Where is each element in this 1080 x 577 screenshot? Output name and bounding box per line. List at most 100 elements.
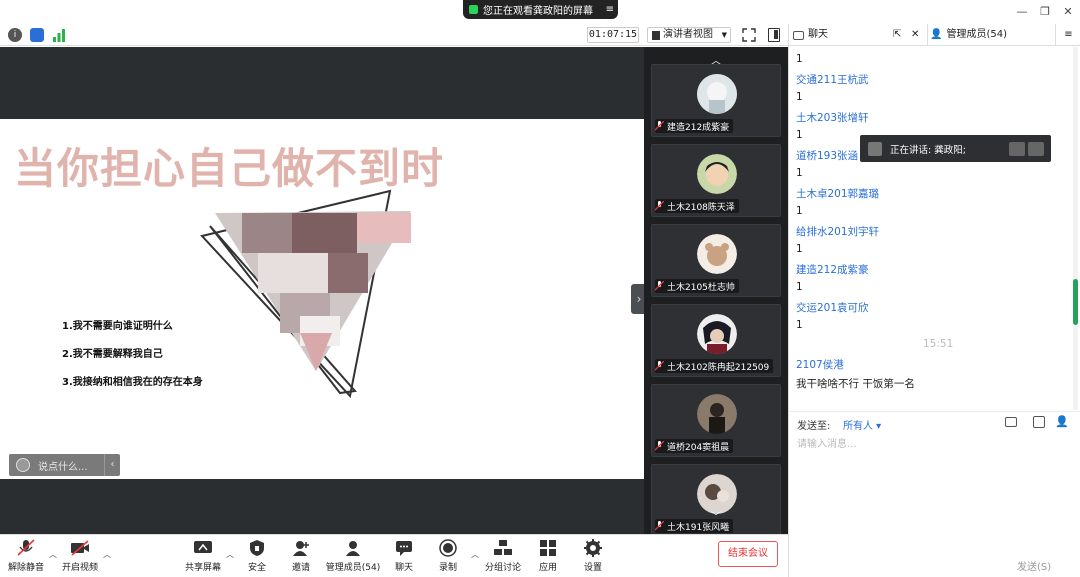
tab-chat[interactable]: 聊天 (793, 24, 923, 46)
panel-menu-icon[interactable]: ≡ (1055, 24, 1080, 46)
reaction-input[interactable]: 说点什么... ‹ (9, 454, 120, 476)
panel-toggle-icon[interactable] (768, 28, 780, 42)
scroll-down-icon[interactable]: ﹀ (706, 512, 726, 524)
apps-label: 应用 (538, 563, 557, 573)
unmute-button[interactable]: 解除静音 (0, 539, 56, 575)
shield-icon[interactable] (30, 28, 44, 42)
tab-members[interactable]: 👤 管理成员(54) (927, 24, 1055, 46)
participant-label: 建造212成紫豪 (654, 119, 734, 133)
share-screen-icon (193, 539, 213, 557)
chat-message-text: 1 (796, 281, 803, 293)
menu-icon[interactable]: ≡ (606, 4, 618, 15)
chat-message-text: 1 (796, 91, 803, 103)
chat-close-icon[interactable]: ✕ (911, 24, 919, 46)
video-off-icon (70, 539, 90, 557)
tab-chat-label: 聊天 (808, 29, 828, 40)
video-options-caret[interactable]: ︿ (103, 549, 111, 560)
chat-popout-icon[interactable]: ⇱ (893, 24, 901, 46)
close-icon[interactable]: ✕ (1060, 4, 1076, 20)
panel-tabs: 聊天 ⇱ ✕ 👤 管理成员(54) ≡ (789, 24, 1080, 46)
chat-sender-name[interactable]: 交运201袁可欣 (796, 300, 869, 315)
send-button[interactable]: 发送(S) (1017, 558, 1051, 573)
screenshot-icon[interactable] (1033, 416, 1045, 428)
chat-message-text: 1 (796, 319, 803, 331)
chat-message-list[interactable]: 1 交通211王杭武 1 土木203张增轩 1 道桥193张涵 1 土木卓201郭嘉璐 1 给排水… (789, 47, 1080, 410)
collapse-icon[interactable]: ‹ (104, 454, 120, 476)
apps-icon (538, 539, 558, 557)
info-icon[interactable]: i (8, 28, 22, 42)
chat-sender-name[interactable]: 土木203张增轩 (796, 110, 869, 125)
chat-sender-name[interactable]: 交通211王杭武 (796, 72, 869, 87)
chat-sender-name[interactable]: 建造212成紫豪 (796, 262, 869, 277)
avatar (697, 154, 737, 194)
video-tile[interactable]: 建造212成紫豪 (651, 64, 781, 137)
record-button[interactable]: 录制 (418, 539, 478, 575)
shared-screen-area: 当你担心自己做不到时 1.我不需要向谁证明什么 2.我不需要解释我自己 3.我接… (0, 47, 644, 534)
video-tile[interactable]: 土木2102陈冉起212509 (651, 304, 781, 377)
mic-muted-icon (654, 440, 665, 451)
user-settings-icon[interactable]: 👤 (1055, 415, 1069, 429)
meeting-window: 您正在观看龚政阳的屏幕 ≡ — ❐ ✕ i 01:07:15 演讲者视图 ▼ 当… (0, 0, 1080, 577)
share-screen-label: 共享屏幕 (184, 563, 221, 573)
signal-icon[interactable] (52, 28, 66, 42)
restore-icon[interactable]: ❐ (1037, 4, 1053, 20)
screen-share-banner[interactable]: 您正在观看龚政阳的屏幕 ≡ (463, 0, 618, 19)
participant-label: 道桥204窦祖晨 (654, 439, 734, 453)
avatar (697, 394, 737, 434)
speaker-avatar (868, 141, 882, 156)
chat-input[interactable]: 请输入消息... (797, 435, 1073, 545)
invite-button[interactable]: 邀请 (271, 539, 331, 575)
end-meeting-button[interactable]: 结束会议 (718, 541, 778, 567)
title-bar: 您正在观看龚政阳的屏幕 ≡ — ❐ ✕ (0, 0, 1080, 24)
breakout-icon (493, 539, 513, 557)
file-icon[interactable] (1005, 417, 1017, 427)
chat-message-text: 1 (796, 205, 803, 217)
person-icon: 👤 (930, 29, 943, 40)
view-mode-select[interactable]: 演讲者视图 ▼ (647, 27, 731, 43)
record-icon (438, 539, 458, 557)
pin-icon[interactable] (1009, 141, 1025, 156)
chat-icon (394, 539, 414, 557)
chat-message-text: 1 (796, 53, 803, 65)
fullscreen-icon[interactable] (742, 28, 756, 42)
chat-panel: 聊天 ⇱ ✕ 👤 管理成员(54) ≡ 1 交通211王杭武 1 土木203张增轩 1 道… (788, 24, 1080, 577)
send-to-select[interactable]: 所有人 ▾ (843, 417, 881, 432)
mic-muted-icon (654, 360, 665, 371)
invite-label: 邀请 (291, 563, 310, 573)
video-tile[interactable]: 土木2105杜志帅 (651, 224, 781, 297)
participant-name: 道桥204窦祖晨 (667, 442, 730, 453)
view-mode-label: 演讲者视图 (663, 29, 713, 40)
chat-sender-name[interactable]: 给排水201刘宇轩 (796, 224, 879, 239)
video-tile[interactable]: 土木2108陈天泽 (651, 144, 781, 217)
settings-button[interactable]: 设置 (563, 539, 623, 575)
participant-video-strip: ︿ 建造212成紫豪 土木2108陈天泽 土木2105杜志帅 土木2102陈冉起… (644, 47, 788, 534)
participant-name: 土木2102陈冉起212509 (667, 362, 770, 373)
reply-icon[interactable] (1028, 141, 1044, 156)
start-video-button[interactable]: 开启视频 (50, 539, 110, 575)
chat-sender-name[interactable]: 道桥193张涵 (796, 148, 858, 163)
presentation-slide: 当你担心自己做不到时 1.我不需要向谁证明什么 2.我不需要解释我自己 3.我接… (0, 119, 644, 479)
settings-label: 设置 (583, 563, 602, 573)
avatar (697, 234, 737, 274)
chevron-down-icon: ▼ (721, 31, 727, 39)
scroll-track[interactable] (1073, 47, 1078, 410)
video-tile[interactable]: 道桥204窦祖晨 (651, 384, 781, 457)
emoji-icon[interactable] (16, 458, 30, 472)
send-to-label: 发送至: (797, 421, 831, 432)
chat-label: 聊天 (394, 563, 413, 573)
chat-message-text: 1 (796, 243, 803, 255)
share-icon (469, 5, 478, 14)
minimize-icon[interactable]: — (1014, 4, 1030, 20)
slide-point-1: 1.我不需要向谁证明什么 (62, 321, 173, 332)
chat-sender-name[interactable]: 土木卓201郭嘉璐 (796, 186, 879, 201)
share-screen-button[interactable]: 共享屏幕 (173, 539, 233, 575)
participant-name: 土木2108陈天泽 (667, 202, 735, 213)
chat-sender-name[interactable]: 2107侯港 (796, 357, 844, 372)
participant-label: 土木2102陈冉起212509 (654, 359, 774, 373)
layout-icon (652, 30, 660, 40)
reaction-placeholder: 说点什么... (38, 461, 88, 473)
start-video-label: 开启视频 (61, 563, 98, 573)
chat-bubble-icon (793, 30, 804, 40)
slide-triangle-graphic (200, 189, 411, 399)
scrollbar-thumb[interactable] (1073, 279, 1078, 325)
